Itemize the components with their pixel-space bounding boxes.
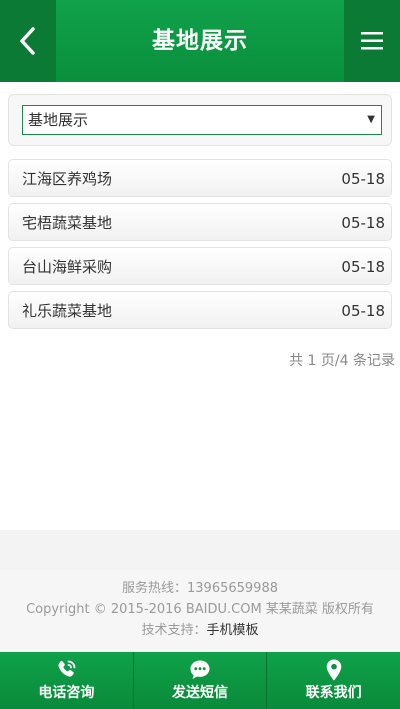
tech-support: 技术支持：手机模板: [0, 620, 400, 641]
location-icon: [326, 659, 341, 681]
call-button[interactable]: 电话咨询: [0, 652, 133, 709]
tech-support-label: 技术支持：: [141, 623, 207, 638]
list-item-title: 宅梧蔬菜基地: [22, 214, 113, 232]
list-item-date: 05-18: [341, 258, 385, 276]
tech-support-link[interactable]: 手机模板: [207, 623, 259, 638]
copyright-text: Copyright © 2015-2016 BAIDU.COM 某某蔬菜 版权所…: [26, 602, 374, 617]
list-item-title: 台山海鲜采购: [22, 258, 113, 276]
contact-button[interactable]: 联系我们: [266, 652, 400, 709]
sms-label: 发送短信: [172, 685, 228, 701]
list-item[interactable]: 宅梧蔬菜基地 05-18: [8, 203, 392, 241]
contact-label: 联系我们: [305, 685, 362, 701]
top-header: 基地展示: [0, 0, 400, 82]
list-item-title: 江海区养鸡场: [22, 170, 113, 188]
category-select-value: 基地展示: [28, 111, 89, 129]
dropdown-arrow-icon: ▼: [367, 114, 375, 125]
list-item-title: 礼乐蔬菜基地: [22, 302, 113, 320]
phone-icon: [58, 660, 76, 677]
list-item[interactable]: 台山海鲜采购 05-18: [8, 247, 392, 285]
bottom-nav: 电话咨询 发送短信 联系我们: [0, 652, 400, 709]
chevron-left-icon: [20, 27, 35, 55]
back-button[interactable]: [0, 0, 56, 82]
menu-button[interactable]: [344, 0, 400, 82]
sms-button[interactable]: 发送短信: [132, 652, 267, 709]
category-filter-panel: 基地展示 ▼: [8, 94, 392, 146]
list-item-date: 05-18: [341, 214, 385, 232]
list-item-date: 05-18: [341, 302, 385, 320]
chat-icon: [190, 660, 210, 679]
page-title: 基地展示: [152, 28, 248, 54]
site-footer: 服务热线：13965659988 Copyright © 2015-2016 B…: [0, 570, 400, 652]
pagination-info: 共 1 页/4 条记录: [289, 353, 395, 369]
base-list: 江海区养鸡场 05-18 宅梧蔬菜基地 05-18 台山海鲜采购 05-18 礼…: [8, 159, 392, 335]
menu-icon: [361, 32, 383, 50]
call-label: 电话咨询: [38, 685, 95, 701]
service-hotline: 服务热线：13965659988: [122, 581, 278, 596]
list-item[interactable]: 江海区养鸡场 05-18: [8, 159, 392, 197]
list-item-date: 05-18: [341, 170, 385, 188]
list-item[interactable]: 礼乐蔬菜基地 05-18: [8, 291, 392, 329]
footer-spacer: [0, 530, 400, 570]
category-select[interactable]: 基地展示 ▼: [22, 105, 382, 135]
